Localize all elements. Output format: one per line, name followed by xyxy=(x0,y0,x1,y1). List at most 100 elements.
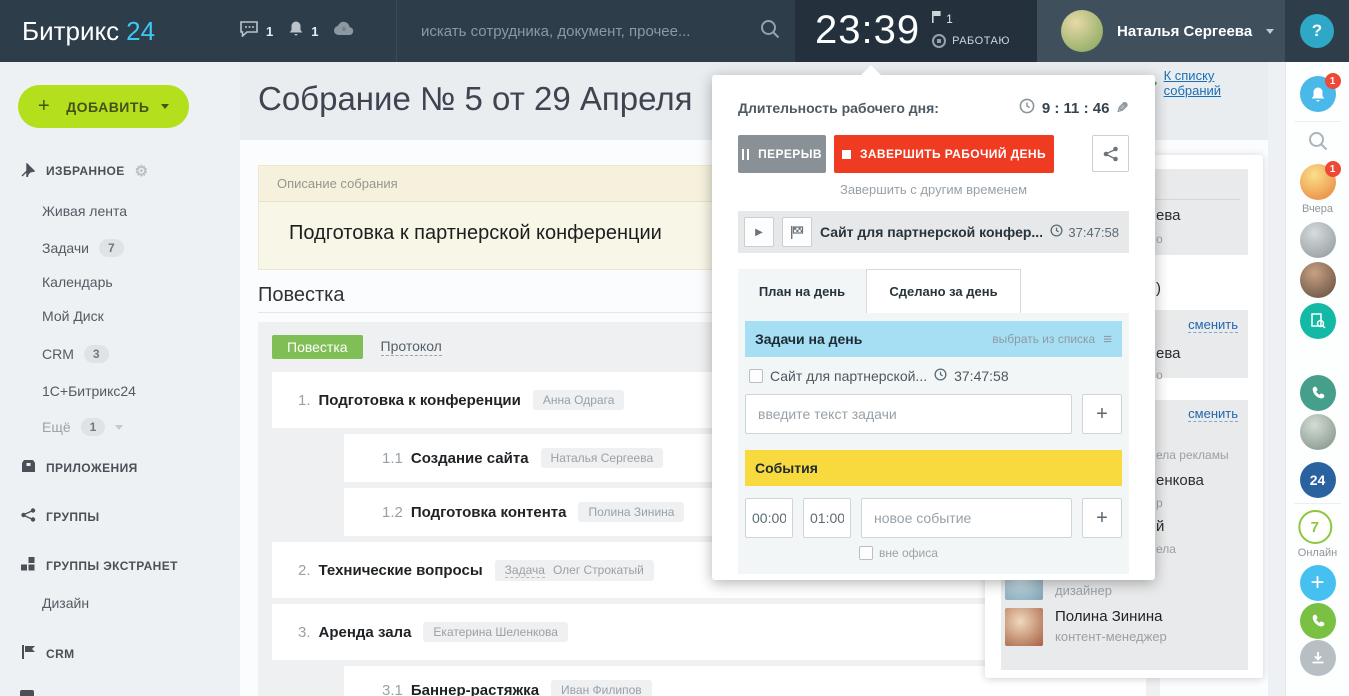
pause-button[interactable]: ПЕРЕРЫВ xyxy=(738,135,826,173)
sidebar-section-crm[interactable]: CRM xyxy=(20,645,75,662)
bell-icon[interactable] xyxy=(288,20,304,42)
section-label: CRM xyxy=(46,647,75,661)
event-start-time-input[interactable] xyxy=(745,498,793,538)
change-link[interactable]: сменить xyxy=(1188,317,1238,333)
item-title: Баннер-растяжка xyxy=(411,682,539,696)
cloud-icon[interactable] xyxy=(333,21,355,41)
sidebar-item-design[interactable]: Дизайн xyxy=(42,595,89,611)
section-label: ПРИЛОЖЕНИЯ xyxy=(46,461,138,475)
play-icon[interactable]: ▶ xyxy=(744,217,774,247)
contact-avatar[interactable] xyxy=(1300,262,1336,298)
help-button[interactable]: ? xyxy=(1300,14,1334,48)
to-meetings-list-link[interactable]: К списку собраний xyxy=(1164,68,1268,98)
logo[interactable]: Битрикс 24 xyxy=(0,0,240,62)
flag-icon xyxy=(20,645,36,662)
assignee-tag: ЗадачаОлег Строкатый xyxy=(495,560,654,581)
sidebar-item-live-feed[interactable]: Живая лента xyxy=(42,203,127,219)
new-task-input[interactable] xyxy=(745,394,1072,434)
item-label: Мой Диск xyxy=(42,308,104,324)
document-search-button[interactable] xyxy=(1300,303,1336,339)
new-chat-button[interactable]: + xyxy=(1300,565,1336,601)
choose-from-list-link[interactable]: выбрать из списка xyxy=(992,332,1095,346)
partial-section-icon xyxy=(20,690,34,696)
change-link[interactable]: сменить xyxy=(1188,406,1238,422)
bell-badge: 1 xyxy=(1325,73,1341,89)
workday-clock-block[interactable]: 23:39 1 РАБОТАЮ xyxy=(795,0,1037,62)
user-menu[interactable]: Наталья Сергеева xyxy=(1037,0,1285,62)
item-number: 2. xyxy=(298,562,311,579)
out-of-office-label: вне офиса xyxy=(879,546,938,560)
item-title: Подготовка контента xyxy=(411,504,567,521)
pencil-icon[interactable]: ✎ xyxy=(1116,99,1129,117)
page-title: Собрание № 5 от 29 Апреля xyxy=(258,80,692,118)
name-fragment: енкова xyxy=(1156,472,1204,489)
share-button[interactable] xyxy=(1092,135,1129,172)
sidebar-item-more[interactable]: Ещё1 xyxy=(42,418,123,436)
item-title: Создание сайта xyxy=(411,450,529,467)
event-end-time-input[interactable] xyxy=(803,498,851,538)
item-number: 1. xyxy=(298,392,311,409)
item-number: 1.2 xyxy=(382,504,403,521)
bitrix24-network-button[interactable]: 24 xyxy=(1300,462,1336,498)
tab-plan-for-day[interactable]: План на день xyxy=(738,269,866,313)
search-icon[interactable] xyxy=(759,18,781,45)
sidebar-item-tasks[interactable]: Задачи7 xyxy=(42,239,124,257)
current-task-title[interactable]: Сайт для партнерской конфер... xyxy=(820,224,1042,240)
divider xyxy=(1294,503,1341,504)
finish-workday-button[interactable]: ЗАВЕРШИТЬ РАБОЧИЙ ДЕНЬ xyxy=(834,135,1054,173)
crm-badge: 3 xyxy=(84,345,109,363)
assignee-tag: Анна Одрага xyxy=(533,390,624,410)
new-event-input[interactable] xyxy=(861,498,1072,538)
chevron-down-icon xyxy=(161,104,169,109)
finish-other-time-link[interactable]: Завершить с другим временем xyxy=(738,182,1129,197)
chat-icon[interactable] xyxy=(240,21,259,42)
online-counter[interactable]: 7 Онлайн xyxy=(1298,510,1337,559)
stop-icon xyxy=(842,150,851,159)
task-link[interactable]: Задача xyxy=(505,563,545,578)
name-fragment: ева xyxy=(1156,345,1181,362)
gear-icon[interactable]: ⚙ xyxy=(135,162,149,180)
workday-title: Длительность рабочего дня: xyxy=(738,100,939,116)
chevron-down-icon xyxy=(115,425,123,430)
sidebar-item-calendar[interactable]: Календарь xyxy=(42,274,113,290)
phone-button[interactable] xyxy=(1300,603,1336,639)
sidebar-section-favorites[interactable]: ИЗБРАННОЕ ⚙ xyxy=(20,162,149,180)
task-item-title[interactable]: Сайт для партнерской... xyxy=(770,368,927,384)
apps-box-icon xyxy=(20,459,36,476)
sidebar-section-groups[interactable]: ГРУППЫ xyxy=(20,508,100,525)
sidebar-section-apps[interactable]: ПРИЛОЖЕНИЯ xyxy=(20,459,138,476)
chevron-down-icon xyxy=(1266,29,1274,34)
item-label: Дизайн xyxy=(42,595,89,611)
checkered-flag-icon[interactable] xyxy=(782,217,812,247)
messenger-rail: 1 1 Вчера 24 7 Онлайн + xyxy=(1285,62,1349,696)
sidebar-item-my-disk[interactable]: Мой Диск xyxy=(42,308,104,324)
task-checkbox[interactable] xyxy=(749,369,763,383)
download-app-button[interactable] xyxy=(1300,640,1336,676)
rail-search-icon[interactable] xyxy=(1307,130,1329,157)
item-label: 1С+Битрикс24 xyxy=(42,383,136,399)
assistant-avatar[interactable]: 1 xyxy=(1300,164,1336,200)
out-of-office-checkbox[interactable] xyxy=(859,546,873,560)
hamburger-icon[interactable]: ≡ xyxy=(1103,331,1112,348)
sidebar-item-crm[interactable]: CRM3 xyxy=(42,345,109,363)
item-number: 3. xyxy=(298,624,311,641)
call-button[interactable] xyxy=(1300,375,1336,411)
logo-text: Битрикс xyxy=(22,16,119,47)
notification-count: 1 xyxy=(311,24,318,39)
add-event-button[interactable]: + xyxy=(1082,498,1122,538)
add-button[interactable]: + ДОБАВИТЬ xyxy=(18,85,189,128)
member-row[interactable]: Полина Зининаконтент-менеджер xyxy=(1005,608,1167,646)
sidebar-item-1c-bitrix24[interactable]: 1С+Битрикс24 xyxy=(42,383,136,399)
contact-avatar[interactable] xyxy=(1300,222,1336,258)
assignee-tag: Екатерина Шеленкова xyxy=(423,622,568,642)
tasks-band: Задачи на день выбрать из списка ≡ xyxy=(745,321,1122,357)
sidebar-section-extranet-groups[interactable]: ГРУППЫ ЭКСТРАНЕТ xyxy=(20,557,178,574)
tab-agenda[interactable]: Повестка xyxy=(272,335,363,359)
tasks-band-title: Задачи на день xyxy=(755,331,862,347)
notifications-bell-button[interactable]: 1 xyxy=(1300,76,1336,112)
search-input[interactable] xyxy=(421,23,759,40)
tab-done-for-day[interactable]: Сделано за день xyxy=(866,269,1021,313)
add-task-button[interactable]: + xyxy=(1082,394,1122,434)
tab-protocol[interactable]: Протокол xyxy=(381,338,442,356)
contact-avatar[interactable] xyxy=(1300,414,1336,450)
